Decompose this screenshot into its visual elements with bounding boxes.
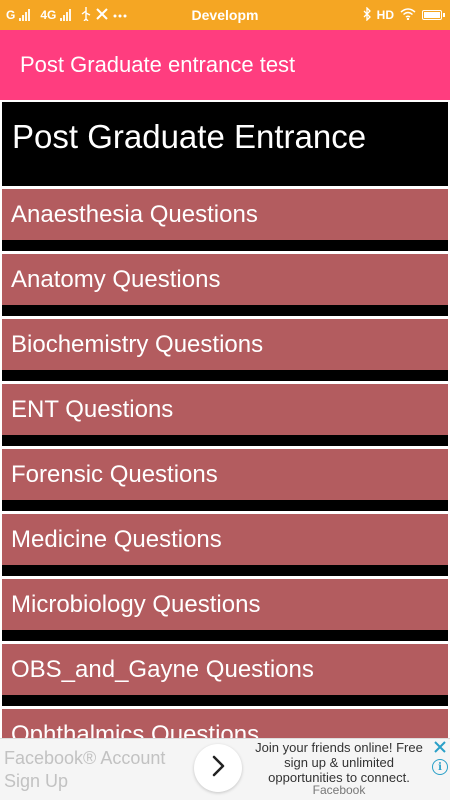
ad-description: Join your friends online! Free sign up &… (255, 740, 423, 785)
ad-source: Facebook (312, 783, 366, 797)
ad-banner[interactable]: Facebook® Account Sign Up Join your frie… (0, 738, 450, 800)
signal-icon (60, 9, 72, 21)
tools-icon (95, 7, 109, 24)
list-item-microbiology[interactable]: Microbiology Questions (2, 576, 448, 641)
close-icon[interactable] (432, 739, 448, 755)
list-item-biochemistry[interactable]: Biochemistry Questions (2, 316, 448, 381)
list-item-medicine[interactable]: Medicine Questions (2, 511, 448, 576)
chevron-right-icon (211, 755, 225, 782)
list-item-forensic[interactable]: Forensic Questions (2, 446, 448, 511)
signal-icon (19, 9, 31, 21)
ad-title[interactable]: Facebook® Account Sign Up (4, 747, 194, 793)
wifi-icon (400, 7, 416, 23)
list-item-ophthalmics[interactable]: Ophthalmics Questions (2, 706, 448, 738)
more-icon (113, 8, 127, 22)
app-title: Post Graduate entrance test (20, 52, 296, 77)
status-bar-right: HD (363, 0, 445, 30)
status-bar: G 4G Developm HD (0, 0, 450, 30)
ad-open-button[interactable] (194, 744, 242, 792)
main-content[interactable]: Post Graduate Entrance Anaesthesia Quest… (0, 100, 450, 738)
list-item-anatomy[interactable]: Anatomy Questions (2, 251, 448, 316)
bluetooth-icon (363, 5, 371, 24)
app-bar: Post Graduate entrance test (0, 30, 450, 100)
info-icon[interactable]: i (432, 759, 448, 775)
page-title: Post Graduate Entrance (2, 102, 448, 186)
list-item-ent[interactable]: ENT Questions (2, 381, 448, 446)
network-label: 4G (40, 8, 57, 22)
category-list: Anaesthesia Questions Anatomy Questions … (2, 186, 448, 738)
battery-icon (422, 10, 445, 20)
list-item-anaesthesia[interactable]: Anaesthesia Questions (2, 186, 448, 251)
carrier-label: G (6, 8, 16, 22)
list-item-obs-gayne[interactable]: OBS_and_Gayne Questions (2, 641, 448, 706)
hd-label: HD (376, 8, 394, 22)
status-bar-left: G 4G (6, 0, 127, 30)
usb-icon (81, 6, 91, 24)
